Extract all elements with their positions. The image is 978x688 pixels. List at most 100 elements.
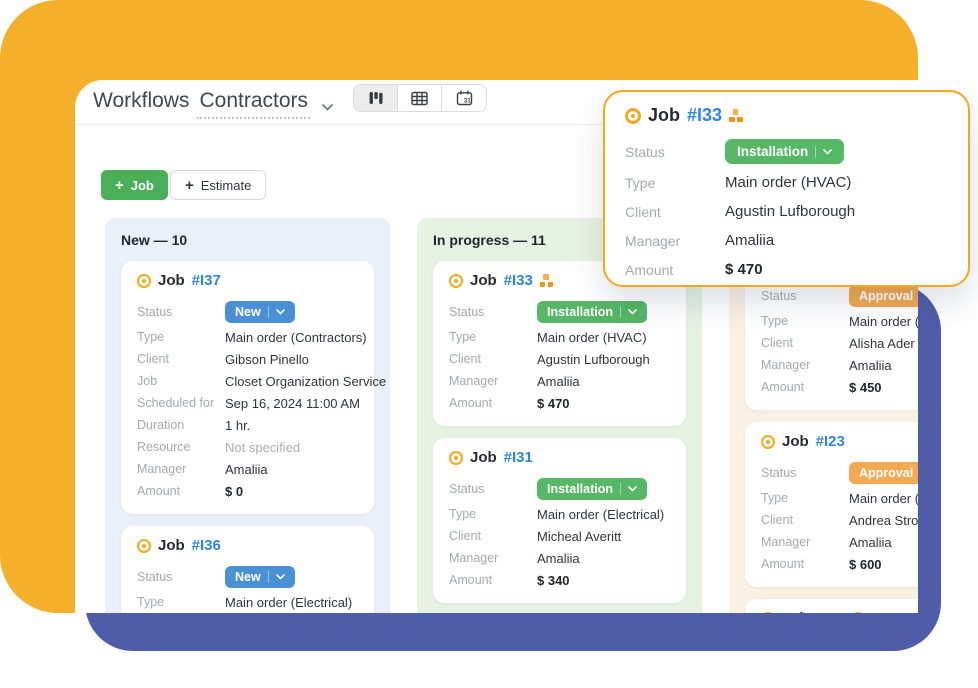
field-row: Client Gibson Pinello [137, 348, 358, 370]
job-id-link[interactable]: #I36 [192, 537, 221, 554]
status-badge-dropdown[interactable]: Installation [537, 300, 647, 323]
field-value: Amaliia [537, 550, 580, 566]
subtasks-icon [729, 109, 743, 122]
job-target-icon [761, 434, 775, 449]
status-badge-dropdown[interactable]: New [225, 565, 295, 588]
status-badge-text: Installation [547, 481, 613, 496]
field-label: Amount [761, 557, 805, 571]
field-label: Type [137, 595, 165, 609]
chevron-down-icon [322, 103, 333, 111]
job-card[interactable]: Job #I23 Status Approval Type Main order… [745, 422, 918, 587]
board-name[interactable]: Contractors [197, 89, 311, 119]
field-label: Type [137, 330, 165, 344]
card-rows: Status Approval Type Main order (HVAC) C… [761, 458, 918, 575]
chevron-down-icon [275, 573, 285, 580]
field-value: $ 340 [537, 572, 570, 588]
job-id-link[interactable]: #I31 [504, 449, 533, 466]
field-label: Job [137, 374, 158, 388]
field-label: Amount [137, 484, 181, 498]
plus-icon: + [115, 176, 124, 194]
card-title: Job #I23 [761, 433, 918, 450]
status-badge-dropdown[interactable]: Installation [725, 139, 845, 164]
field-label: Type [449, 330, 477, 344]
field-value: Closet Organization Service [225, 373, 387, 389]
board-title-dropdown[interactable]: Workflows Contractors [93, 89, 333, 119]
field-row: Manager Amaliia [761, 531, 918, 553]
field-row: Type Main order (Electrical) [137, 591, 358, 613]
field-label: Manager [137, 462, 187, 476]
column-title: New — 10 [121, 232, 188, 248]
plus-icon: + [185, 176, 194, 194]
chevron-down-icon [628, 308, 637, 315]
job-target-icon [625, 107, 641, 124]
field-row: Type Main order (Electrical) [449, 503, 670, 525]
field-value: Main order (Contractors) [225, 329, 367, 345]
column-cards: Job #I33 Status Installation Type Main o… [433, 261, 686, 613]
job-id-link[interactable]: #I22 [816, 610, 845, 613]
job-target-icon [449, 273, 463, 288]
view-switcher: 31 [353, 84, 487, 112]
job-id-link[interactable]: #I37 [192, 272, 221, 289]
badge-divider [619, 305, 621, 318]
kanban-view-button[interactable] [354, 85, 398, 111]
badge-divider [267, 305, 269, 318]
field-row: Type Main order (HVAC) [761, 487, 918, 509]
field-label: Manager [449, 551, 499, 565]
field-value: $ 600 [849, 556, 882, 572]
field-value: Main order (HVAC) [849, 490, 918, 506]
job-target-icon [449, 450, 463, 465]
add-job-button[interactable]: + Job [101, 170, 168, 200]
job-id-link[interactable]: #I23 [816, 433, 845, 450]
field-row: Client Agustin Lufborough [449, 348, 670, 370]
field-row: Client Agustin Lufborough [625, 197, 948, 226]
field-value: Main order (Electrical) [225, 594, 353, 610]
card-rows: Status New Type Main order (Electrical) … [137, 562, 358, 613]
calendar-view-button[interactable]: 31 [442, 85, 486, 111]
field-label: Manager [625, 232, 681, 249]
status-badge-dropdown[interactable]: Approval [849, 461, 918, 484]
field-label: Type [625, 174, 656, 191]
job-target-icon [761, 611, 775, 613]
field-row: Amount $ 600 [761, 553, 918, 575]
job-id-link[interactable]: #I33 [504, 272, 533, 289]
job-target-icon [137, 273, 151, 288]
badge-divider [619, 482, 621, 495]
field-label: Status [449, 304, 485, 319]
status-badge-dropdown[interactable]: Installation [537, 477, 647, 500]
kanban-column: New — 10 Job #I37 Status New Type Main o… [105, 218, 390, 613]
field-label: Client [137, 352, 169, 366]
field-row: Manager Amaliia [625, 226, 948, 255]
badge-divider [267, 570, 269, 583]
add-job-label: Job [130, 177, 154, 193]
table-view-button[interactable] [398, 85, 442, 111]
status-badge-text: Installation [547, 304, 613, 319]
field-row: Amount $ 450 [761, 376, 918, 398]
column-cards: Job Status Approval Type Main order (Ele… [745, 245, 918, 613]
field-row: Manager Amaliia [449, 370, 670, 392]
field-value: Amaliia [849, 357, 892, 373]
card-title: Job #I22 [761, 610, 918, 613]
field-value: Amaliia [725, 232, 775, 249]
status-badge-text: Approval [859, 288, 914, 303]
popup-job-title: Job #I33 [625, 105, 948, 126]
card-title: Job #I36 [137, 537, 358, 554]
page-title: Workflows [93, 89, 190, 112]
job-card[interactable]: Job #I31 Status Installation Type Main o… [433, 438, 686, 603]
field-label: Manager [449, 374, 499, 388]
field-row: Status New [137, 562, 358, 591]
field-label: Amount [761, 380, 805, 394]
job-title-label: Job [470, 272, 497, 289]
field-row: Status New [137, 297, 358, 326]
job-title-label: Job [782, 433, 809, 450]
badge-divider [815, 145, 817, 158]
status-badge-dropdown[interactable]: New [225, 300, 295, 323]
status-badge-dropdown[interactable]: Approval [849, 284, 918, 307]
job-id-link[interactable]: #I33 [687, 105, 722, 126]
field-value: Amaliia [849, 534, 892, 550]
job-card[interactable]: Job #I37 Status New Type Main order (Con… [121, 261, 386, 514]
kanban-icon [369, 92, 382, 104]
field-label: Client [761, 513, 793, 527]
add-estimate-button[interactable]: + Estimate [170, 170, 267, 200]
job-card[interactable]: Job #I22 [745, 599, 918, 613]
job-card[interactable]: Job #I36 Status New Type Main order (Ele… [121, 526, 374, 613]
